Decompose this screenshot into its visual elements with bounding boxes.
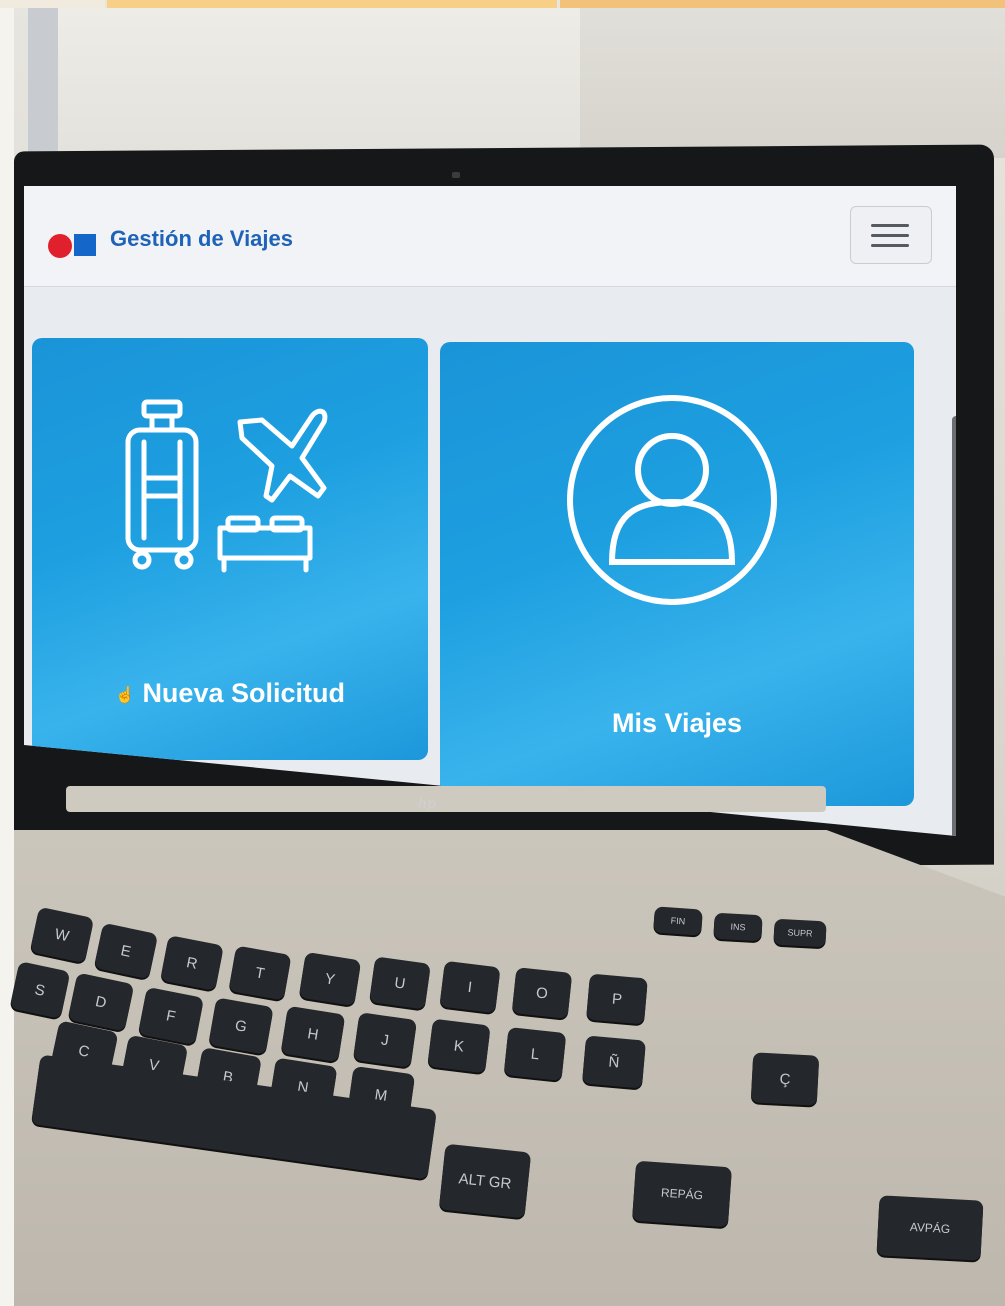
key[interactable]: SUPR: [773, 918, 827, 948]
nueva-solicitud-tile[interactable]: ☝ Nueva Solicitud: [32, 338, 428, 760]
key[interactable]: ALT GR: [438, 1143, 532, 1219]
background-wall: [40, 8, 580, 168]
webcam: [452, 172, 460, 178]
key[interactable]: AVPÁG: [876, 1195, 984, 1261]
top-strip: [0, 0, 1005, 8]
hamburger-menu-icon: [871, 244, 909, 247]
key[interactable]: W: [29, 906, 95, 964]
key[interactable]: S: [9, 961, 71, 1019]
key[interactable]: L: [503, 1027, 567, 1081]
key[interactable]: Ç: [750, 1052, 820, 1106]
mis-viajes-tile[interactable]: Mis Viajes: [440, 342, 914, 806]
key[interactable]: P: [586, 973, 648, 1025]
hamburger-menu-button[interactable]: [850, 206, 932, 264]
logo-circle-icon: [48, 234, 72, 258]
nueva-solicitud-label: ☝ Nueva Solicitud: [32, 678, 428, 709]
mis-viajes-label: Mis Viajes: [611, 708, 743, 738]
key[interactable]: D: [67, 972, 135, 1032]
background-wall-right: [580, 8, 1005, 158]
key[interactable]: REPÁG: [632, 1160, 732, 1228]
photo-left-edge: [0, 8, 14, 1306]
key[interactable]: INS: [713, 912, 763, 942]
key[interactable]: U: [369, 956, 431, 1010]
key[interactable]: R: [160, 935, 224, 991]
key[interactable]: FIN: [653, 906, 703, 936]
logo-square-icon: [74, 234, 96, 256]
hamburger-menu-icon: [871, 234, 909, 237]
key[interactable]: G: [208, 997, 274, 1055]
key[interactable]: E: [93, 922, 159, 980]
key[interactable]: J: [352, 1012, 418, 1068]
scrollbar[interactable]: [952, 416, 956, 836]
pointer-hand-icon: ☝: [115, 686, 135, 704]
laptop-screen: Gestión de Viajes ☝ Nueva Solicitud Mis …: [24, 186, 956, 836]
key[interactable]: I: [439, 960, 501, 1014]
key[interactable]: F: [137, 986, 205, 1046]
key[interactable]: Y: [298, 951, 362, 1007]
key[interactable]: H: [280, 1005, 346, 1063]
strip-segment: [560, 0, 1005, 8]
strip-segment: [0, 0, 105, 8]
app-title[interactable]: Gestión de Viajes: [110, 226, 293, 252]
key[interactable]: K: [427, 1018, 491, 1074]
key[interactable]: O: [511, 967, 573, 1019]
hp-logo: hp: [418, 796, 436, 812]
travel-luggage-plane-bed-icon: [125, 399, 328, 573]
top-navbar: Gestión de Viajes: [24, 186, 956, 287]
tile-label-text: Nueva Solicitud: [142, 678, 345, 708]
strip-segment: [107, 0, 557, 8]
laptop-hinge: [66, 786, 826, 812]
hamburger-menu-icon: [871, 224, 909, 227]
key[interactable]: T: [228, 945, 292, 1001]
window-frame: [28, 8, 58, 168]
user-profile-icon: [567, 395, 777, 605]
keyboard: W E R T Y U I O P S D F G H J K L Ñ Ç C …: [9, 842, 1005, 1306]
key[interactable]: Ñ: [582, 1035, 646, 1089]
